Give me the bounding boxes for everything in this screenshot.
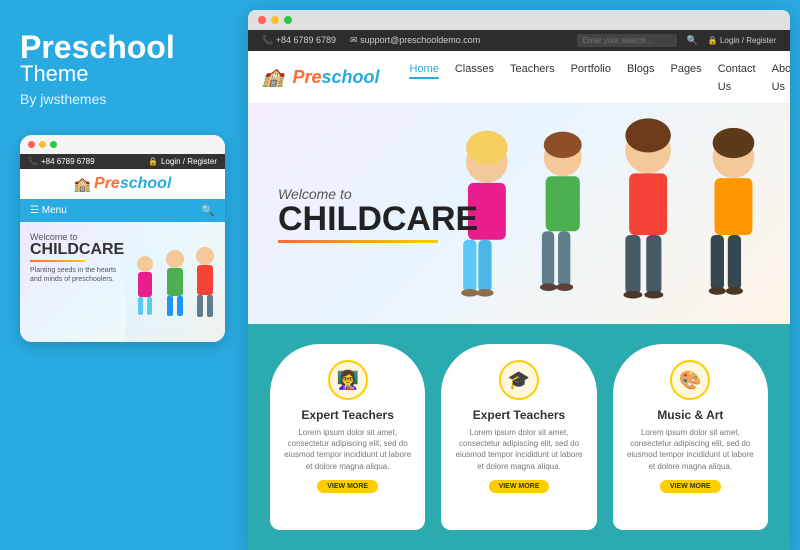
- author-text: By jwsthemes: [20, 91, 228, 107]
- mobile-kids-decoration: [125, 232, 225, 342]
- feature-title-0: Expert Teachers: [301, 408, 394, 422]
- mobile-menu-bar[interactable]: ☰ Menu 🔍: [20, 199, 225, 222]
- desktop-nav: 🏫 Preschool Home Classes Teachers Portfolio…: [248, 51, 790, 104]
- kids-svg: [125, 234, 225, 342]
- feature-card-2: 🎨 Music & Art Lorem ipsum dolor sit amet, …: [613, 344, 768, 530]
- mobile-hero: Welcome to CHILDCARE Planting seeds in t…: [20, 222, 225, 342]
- mobile-logo-text: Preschool: [94, 175, 171, 193]
- title-text: Preschool: [20, 30, 228, 65]
- left-panel: Preschool Theme By jwsthemes 📞 +84 6789 …: [0, 0, 248, 550]
- mobile-titlebar: [20, 135, 225, 154]
- feature-card-1: 🎓 Expert Teachers Lorem ipsum dolor sit am…: [441, 344, 596, 530]
- mobile-phone: 📞 +84 6789 6789: [28, 157, 95, 166]
- mobile-dot-red: [28, 141, 35, 148]
- mobile-mockup: 📞 +84 6789 6789 🔒 Login / Register 🏫 Pre…: [20, 135, 225, 342]
- mobile-dot-green: [50, 141, 57, 148]
- mobile-login[interactable]: 🔒 Login / Register: [148, 157, 217, 166]
- phone-icon: 📞: [28, 157, 38, 166]
- topbar-phone: 📞 +84 6789 6789: [262, 35, 336, 46]
- feature-btn-0[interactable]: VIEW MORE: [317, 480, 378, 493]
- hero-childcare: CHILDCARE: [278, 202, 478, 236]
- feature-title-1: Expert Teachers: [473, 408, 566, 422]
- mobile-menu-label: ☰ Menu: [30, 205, 67, 216]
- mobile-topbar: 📞 +84 6789 6789 🔒 Login / Register: [20, 154, 225, 169]
- mobile-search-icon[interactable]: 🔍: [201, 204, 215, 217]
- feature-text-0: Lorem ipsum dolor sit amet, consectetur …: [284, 427, 411, 472]
- subtitle-text: Theme: [20, 61, 228, 87]
- nav-item-contact us[interactable]: Contact Us: [718, 59, 756, 95]
- nav-item-pages[interactable]: Pages: [670, 59, 701, 95]
- feature-title-2: Music & Art: [657, 408, 723, 422]
- mobile-underline: [30, 260, 85, 262]
- mobile-logo-icon: 🏫: [74, 176, 91, 193]
- hero-underline: [278, 240, 438, 243]
- browser-titlebar: [248, 10, 790, 30]
- search-icon[interactable]: 🔍: [687, 35, 698, 46]
- search-input[interactable]: [577, 34, 677, 47]
- feature-text-1: Lorem ipsum dolor sit amet, consectetur …: [455, 427, 582, 472]
- mobile-hero-text: Welcome to CHILDCARE Planting seeds in t…: [30, 232, 124, 284]
- mobile-childcare: CHILDCARE: [30, 242, 124, 258]
- mobile-tagline: Planting seeds in the hearts and minds o…: [30, 266, 120, 284]
- feature-icon-0: 👩‍🏫: [328, 360, 368, 400]
- browser-dot-yellow[interactable]: [271, 16, 279, 24]
- topbar-left: 📞 +84 6789 6789 ✉ support@preschooldemo.…: [262, 35, 480, 46]
- lock-icon: 🔒: [148, 157, 158, 166]
- browser-dot-green[interactable]: [284, 16, 292, 24]
- feature-icon-1: 🎓: [499, 360, 539, 400]
- feature-card-0: 👩‍🏫 Expert Teachers Lorem ipsum dolor sit …: [270, 344, 425, 530]
- theme-title: Preschool Theme By jwsthemes: [20, 30, 228, 107]
- desktop-topbar: 📞 +84 6789 6789 ✉ support@preschooldemo.…: [248, 30, 790, 51]
- nav-item-home[interactable]: Home: [409, 59, 438, 95]
- nav-item-blogs[interactable]: Blogs: [627, 59, 655, 95]
- right-panel: 📞 +84 6789 6789 ✉ support@preschooldemo.…: [248, 10, 790, 550]
- desktop-features: 👩‍🏫 Expert Teachers Lorem ipsum dolor sit …: [248, 324, 790, 550]
- browser-dot-red[interactable]: [258, 16, 266, 24]
- hero-text: Welcome to CHILDCARE: [248, 186, 478, 243]
- logo-icon: 🏫: [262, 67, 284, 88]
- nav-item-portfolio[interactable]: Portfolio: [571, 59, 611, 95]
- mobile-dot-yellow: [39, 141, 46, 148]
- desktop-logo: 🏫 Preschool: [262, 67, 379, 88]
- topbar-email: ✉ support@preschooldemo.com: [350, 35, 480, 46]
- feature-btn-1[interactable]: VIEW MORE: [489, 480, 550, 493]
- desktop-hero: Welcome to CHILDCARE: [248, 104, 790, 324]
- feature-text-2: Lorem ipsum dolor sit amet, consectetur …: [627, 427, 754, 472]
- nav-item-about us[interactable]: About Us: [772, 59, 790, 95]
- nav-item-classes[interactable]: Classes: [455, 59, 494, 95]
- feature-btn-2[interactable]: VIEW MORE: [660, 480, 721, 493]
- nav-links: Home Classes Teachers Portfolio Blogs Pages Co…: [409, 59, 790, 95]
- feature-icon-2: 🎨: [670, 360, 710, 400]
- login-link[interactable]: 🔒 Login / Register: [708, 36, 776, 45]
- nav-item-teachers[interactable]: Teachers: [510, 59, 555, 95]
- topbar-right: 🔍 🔒 Login / Register: [577, 34, 776, 47]
- mobile-logo: 🏫 Preschool: [20, 169, 225, 199]
